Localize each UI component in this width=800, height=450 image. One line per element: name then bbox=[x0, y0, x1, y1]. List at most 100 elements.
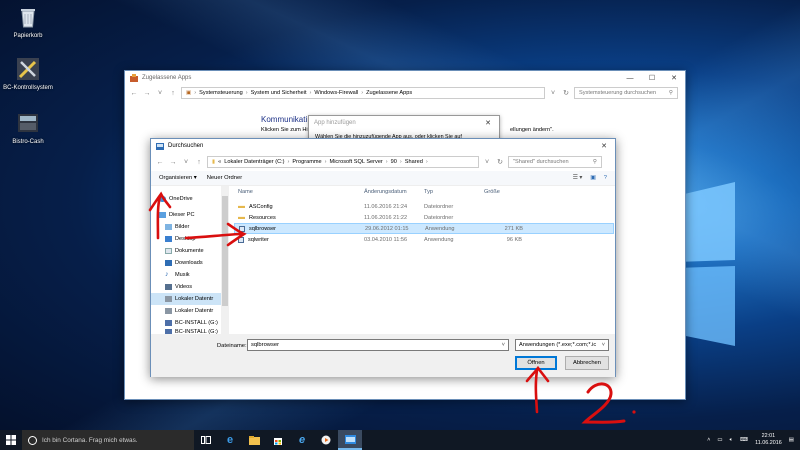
breadcrumb-item[interactable]: System und Sicherheit bbox=[251, 90, 307, 96]
filename-input[interactable]: sqlbrowser ˅ bbox=[247, 339, 509, 351]
nav-item-usb-drive[interactable]: BC-INSTALL (G:) bbox=[151, 317, 228, 329]
nav-item-local-drive-2[interactable]: Lokaler Datentr bbox=[151, 305, 228, 317]
maximize-button[interactable]: ☐ bbox=[641, 71, 663, 85]
nav-item-videos[interactable]: Videos bbox=[151, 281, 228, 293]
bc-kontrollsystem-desktop-icon[interactable]: BC-Kontrollsystem bbox=[0, 56, 58, 91]
search-input[interactable]: Systemsteuerung durchsuchen ⚲ bbox=[574, 87, 678, 99]
nav-item-pictures[interactable]: Bilder bbox=[151, 221, 228, 233]
page-heading: Kommunikati bbox=[261, 115, 308, 124]
nav-item-music[interactable]: ♪ Musik bbox=[151, 269, 228, 281]
back-arrow-icon[interactable]: ← bbox=[129, 90, 139, 97]
nav-item-onedrive[interactable]: OneDrive bbox=[151, 193, 228, 205]
filetype-select[interactable]: Anwendungen (*.exe;*.com;*.ic ˅ bbox=[515, 339, 609, 351]
cortana-search-box[interactable]: Ich bin Cortana. Frag mich etwas. bbox=[22, 430, 194, 450]
nav-item-label: Lokaler Datentr bbox=[175, 296, 214, 302]
view-options-icon[interactable]: ☰ ▾ bbox=[573, 175, 583, 181]
search-input[interactable]: "Shared" durchsuchen ⚲ bbox=[508, 156, 602, 168]
dropdown-icon[interactable]: ˅ bbox=[548, 90, 558, 97]
bistro-cash-desktop-icon[interactable]: Bistro-Cash bbox=[0, 110, 58, 145]
cash-register-icon bbox=[15, 110, 41, 136]
search-icon: ⚲ bbox=[668, 90, 673, 96]
clock[interactable]: 22:01 11.06.2016 bbox=[755, 433, 782, 447]
file-date: 03.04.2010 11:56 bbox=[364, 236, 408, 243]
navigation-pane: OneDrive Dieser PC Bilder Desktop Dokume… bbox=[151, 186, 229, 335]
organize-button[interactable]: Organisieren ▾ bbox=[159, 175, 197, 181]
breadcrumb-item[interactable]: 90 bbox=[391, 159, 397, 165]
help-icon[interactable]: ? bbox=[604, 175, 607, 181]
nav-item-label: Musik bbox=[175, 272, 190, 278]
chevron-right-icon: › bbox=[245, 90, 248, 96]
media-player-icon[interactable] bbox=[314, 430, 338, 450]
internet-explorer-icon[interactable]: e bbox=[290, 430, 314, 450]
folder-icon: ▮ bbox=[212, 159, 216, 165]
notifications-icon[interactable]: ▤ bbox=[789, 437, 794, 443]
file-date: 11.06.2016 21:22 bbox=[364, 214, 408, 221]
column-name[interactable]: Name bbox=[234, 189, 364, 195]
refresh-icon[interactable]: ↻ bbox=[561, 89, 571, 97]
breadcrumb-item[interactable]: Programme bbox=[292, 159, 321, 165]
up-arrow-icon[interactable]: ↑ bbox=[168, 90, 178, 97]
close-button[interactable]: ✕ bbox=[593, 139, 615, 153]
forward-arrow-icon[interactable]: → bbox=[168, 159, 178, 166]
recycle-bin-desktop-icon[interactable]: Papierkorb bbox=[0, 4, 58, 39]
path-overflow[interactable]: « bbox=[218, 159, 221, 165]
breadcrumb-item[interactable]: Microsoft SQL Server bbox=[330, 159, 383, 165]
dropdown-icon[interactable]: ˅ bbox=[482, 159, 492, 166]
file-type: Dateiordner bbox=[424, 203, 454, 210]
store-icon[interactable] bbox=[266, 430, 290, 450]
address-bar[interactable]: ▮ « Lokaler Datenträger (C:) › Programme… bbox=[207, 156, 479, 168]
breadcrumb-item[interactable]: Systemsteuerung bbox=[199, 90, 243, 96]
file-name: sqlwriter bbox=[248, 236, 269, 243]
column-type[interactable]: Typ bbox=[424, 189, 484, 195]
application-icon bbox=[239, 225, 245, 232]
file-row-sqlwriter[interactable]: sqlwriter 03.04.2010 11:56 Anwendung 96 … bbox=[234, 234, 614, 245]
refresh-icon[interactable]: ↻ bbox=[495, 158, 505, 166]
nav-item-downloads[interactable]: Downloads bbox=[151, 257, 228, 269]
drive-icon bbox=[165, 296, 172, 302]
close-button[interactable]: ✕ bbox=[477, 116, 499, 130]
column-size[interactable]: Größe bbox=[484, 189, 522, 195]
nav-item-local-drive[interactable]: Lokaler Datentr bbox=[151, 293, 228, 305]
chevron-down-icon[interactable]: ˅ bbox=[155, 90, 165, 97]
back-arrow-icon[interactable]: ← bbox=[155, 159, 165, 166]
file-row-asconfig[interactable]: ▬ ASConfig 11.06.2016 21:24 Dateiordner bbox=[234, 201, 614, 212]
task-view-icon[interactable] bbox=[194, 430, 218, 450]
open-button[interactable]: Öffnen bbox=[515, 356, 557, 370]
nav-scrollbar[interactable] bbox=[221, 186, 229, 334]
keyboard-icon[interactable]: ⌨︎ bbox=[740, 437, 748, 443]
edge-browser-icon[interactable]: e bbox=[218, 430, 242, 450]
chevron-down-icon: ˅ bbox=[501, 342, 505, 348]
address-bar[interactable]: ▣ › Systemsteuerung › System und Sicherh… bbox=[181, 87, 545, 99]
breadcrumb-item[interactable]: Zugelassene Apps bbox=[366, 90, 412, 96]
nav-item-this-pc[interactable]: Dieser PC bbox=[151, 209, 228, 221]
breadcrumb-item[interactable]: Lokaler Datenträger (C:) bbox=[224, 159, 284, 165]
filetype-value: Anwendungen (*.exe;*.com;*.ic bbox=[519, 342, 597, 348]
browse-dialog: Durchsuchen ✕ ← → ˅ ↑ ▮ « Lokaler Datent… bbox=[150, 138, 616, 377]
chevron-down-icon[interactable]: ˅ bbox=[181, 159, 191, 166]
nav-item-label: BC-INSTALL (G:) bbox=[175, 320, 218, 326]
column-date[interactable]: Änderungsdatum bbox=[364, 189, 424, 195]
chevron-up-icon[interactable]: ˄ bbox=[707, 437, 710, 443]
breadcrumb-item[interactable]: Shared bbox=[405, 159, 423, 165]
new-folder-button[interactable]: Neuer Ordner bbox=[207, 175, 242, 181]
minimize-button[interactable]: — bbox=[619, 71, 641, 85]
preview-pane-icon[interactable]: ▣ bbox=[590, 175, 595, 181]
cancel-button[interactable]: Abbrechen bbox=[565, 356, 609, 370]
nav-item-label: Dieser PC bbox=[169, 212, 195, 218]
control-panel-taskbar-icon[interactable] bbox=[338, 430, 362, 450]
file-explorer-icon[interactable] bbox=[242, 430, 266, 450]
file-row-sqlbrowser[interactable]: sqlbrowser 29.06.2012 01:15 Anwendung 27… bbox=[234, 223, 614, 234]
scrollbar-thumb[interactable] bbox=[222, 196, 228, 306]
nav-item-label: Dokumente bbox=[175, 248, 204, 254]
start-button[interactable] bbox=[0, 430, 22, 450]
nav-item-documents[interactable]: Dokumente bbox=[151, 245, 228, 257]
breadcrumb-item[interactable]: Windows-Firewall bbox=[314, 90, 358, 96]
up-arrow-icon[interactable]: ↑ bbox=[194, 159, 204, 166]
forward-arrow-icon[interactable]: → bbox=[142, 90, 152, 97]
file-row-resources[interactable]: ▬ Resources 11.06.2016 21:22 Dateiordner bbox=[234, 212, 614, 223]
nav-item-desktop[interactable]: Desktop bbox=[151, 233, 228, 245]
volume-icon[interactable]: 🔈︎ bbox=[730, 437, 733, 444]
close-button[interactable]: ✕ bbox=[663, 71, 685, 85]
column-header-row: Name Änderungsdatum Typ Größe bbox=[234, 186, 614, 198]
network-icon[interactable]: ▭ bbox=[717, 437, 722, 443]
